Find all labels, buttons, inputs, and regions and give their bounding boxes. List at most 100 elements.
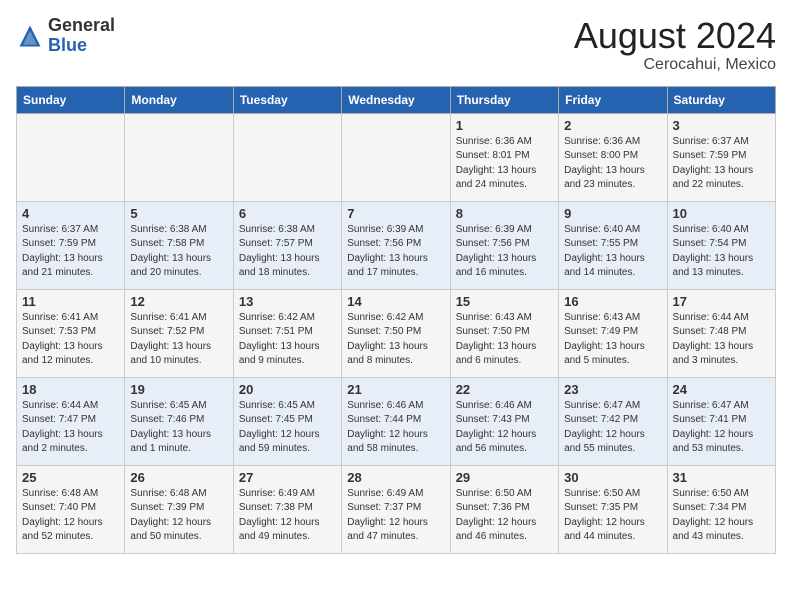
week-row-5: 25 Sunrise: 6:48 AM Sunset: 7:40 PM Dayli…	[17, 465, 776, 553]
day-number: 24	[673, 382, 770, 397]
day-number: 4	[22, 206, 119, 221]
calendar-cell: 12 Sunrise: 6:41 AM Sunset: 7:52 PM Dayli…	[125, 289, 233, 377]
header-friday: Friday	[559, 86, 667, 113]
day-number: 23	[564, 382, 661, 397]
calendar-cell: 23 Sunrise: 6:47 AM Sunset: 7:42 PM Dayli…	[559, 377, 667, 465]
day-info: Sunrise: 6:37 AM Sunset: 7:59 PM Dayligh…	[22, 223, 119, 281]
calendar-cell: 31 Sunrise: 6:50 AM Sunset: 7:34 PM Dayli…	[667, 465, 775, 553]
day-info: Sunrise: 6:41 AM Sunset: 7:52 PM Dayligh…	[130, 311, 227, 369]
calendar-cell: 9Sunrise: 6:40 AM Sunset: 7:55 PM Daylig…	[559, 201, 667, 289]
calendar-cell: 6Sunrise: 6:38 AM Sunset: 7:57 PM Daylig…	[233, 201, 341, 289]
day-info: Sunrise: 6:40 AM Sunset: 7:54 PM Dayligh…	[673, 223, 770, 281]
calendar-header-row: SundayMondayTuesdayWednesdayThursdayFrid…	[17, 86, 776, 113]
day-number: 22	[456, 382, 553, 397]
header-wednesday: Wednesday	[342, 86, 450, 113]
calendar-cell: 22Sunrise: 6:46 AM Sunset: 7:43 PM Dayli…	[450, 377, 558, 465]
week-row-4: 18 Sunrise: 6:44 AM Sunset: 7:47 PM Dayli…	[17, 377, 776, 465]
calendar-cell: 20 Sunrise: 6:45 AM Sunset: 7:45 PM Dayli…	[233, 377, 341, 465]
month-year: August 2024	[574, 16, 776, 56]
logo-general: General	[48, 15, 115, 35]
header-monday: Monday	[125, 86, 233, 113]
page-header: General Blue August 2024 Cerocahui, Mexi…	[16, 16, 776, 74]
day-number: 3	[673, 118, 770, 133]
day-number: 16	[564, 294, 661, 309]
calendar-cell: 18 Sunrise: 6:44 AM Sunset: 7:47 PM Dayli…	[17, 377, 125, 465]
day-number: 1	[456, 118, 553, 133]
calendar-cell: 28 Sunrise: 6:49 AM Sunset: 7:37 PM Dayli…	[342, 465, 450, 553]
day-info: Sunrise: 6:36 AM Sunset: 8:00 PM Dayligh…	[564, 135, 661, 193]
calendar-cell: 17 Sunrise: 6:44 AM Sunset: 7:48 PM Dayli…	[667, 289, 775, 377]
day-info: Sunrise: 6:45 AM Sunset: 7:46 PM Dayligh…	[130, 399, 227, 457]
day-number: 27	[239, 470, 336, 485]
calendar-cell: 13 Sunrise: 6:42 AM Sunset: 7:51 PM Dayli…	[233, 289, 341, 377]
calendar-cell: 25 Sunrise: 6:48 AM Sunset: 7:40 PM Dayli…	[17, 465, 125, 553]
calendar-cell: 14Sunrise: 6:42 AM Sunset: 7:50 PM Dayli…	[342, 289, 450, 377]
day-number: 18	[22, 382, 119, 397]
day-info: Sunrise: 6:40 AM Sunset: 7:55 PM Dayligh…	[564, 223, 661, 281]
header-sunday: Sunday	[17, 86, 125, 113]
day-info: Sunrise: 6:38 AM Sunset: 7:58 PM Dayligh…	[130, 223, 227, 281]
calendar-cell: 19 Sunrise: 6:45 AM Sunset: 7:46 PM Dayli…	[125, 377, 233, 465]
calendar-cell: 27 Sunrise: 6:49 AM Sunset: 7:38 PM Dayli…	[233, 465, 341, 553]
day-info: Sunrise: 6:44 AM Sunset: 7:47 PM Dayligh…	[22, 399, 119, 457]
calendar-cell: 3Sunrise: 6:37 AM Sunset: 7:59 PM Daylig…	[667, 113, 775, 201]
header-tuesday: Tuesday	[233, 86, 341, 113]
day-info: Sunrise: 6:49 AM Sunset: 7:37 PM Dayligh…	[347, 487, 444, 545]
day-number: 11	[22, 294, 119, 309]
calendar-cell	[125, 113, 233, 201]
calendar-cell	[233, 113, 341, 201]
header-thursday: Thursday	[450, 86, 558, 113]
day-number: 30	[564, 470, 661, 485]
day-info: Sunrise: 6:39 AM Sunset: 7:56 PM Dayligh…	[456, 223, 553, 281]
calendar-cell: 21Sunrise: 6:46 AM Sunset: 7:44 PM Dayli…	[342, 377, 450, 465]
calendar-cell: 16Sunrise: 6:43 AM Sunset: 7:49 PM Dayli…	[559, 289, 667, 377]
calendar-body: 1Sunrise: 6:36 AM Sunset: 8:01 PM Daylig…	[17, 113, 776, 553]
calendar-cell	[342, 113, 450, 201]
day-number: 26	[130, 470, 227, 485]
day-info: Sunrise: 6:42 AM Sunset: 7:51 PM Dayligh…	[239, 311, 336, 369]
day-info: Sunrise: 6:50 AM Sunset: 7:36 PM Dayligh…	[456, 487, 553, 545]
week-row-1: 1Sunrise: 6:36 AM Sunset: 8:01 PM Daylig…	[17, 113, 776, 201]
calendar-cell: 30 Sunrise: 6:50 AM Sunset: 7:35 PM Dayli…	[559, 465, 667, 553]
calendar-cell: 24 Sunrise: 6:47 AM Sunset: 7:41 PM Dayli…	[667, 377, 775, 465]
logo-text: General Blue	[48, 16, 115, 56]
day-info: Sunrise: 6:39 AM Sunset: 7:56 PM Dayligh…	[347, 223, 444, 281]
day-number: 17	[673, 294, 770, 309]
day-number: 25	[22, 470, 119, 485]
week-row-2: 4 Sunrise: 6:37 AM Sunset: 7:59 PM Daylig…	[17, 201, 776, 289]
location: Cerocahui, Mexico	[574, 56, 776, 74]
day-info: Sunrise: 6:47 AM Sunset: 7:41 PM Dayligh…	[673, 399, 770, 457]
calendar-cell: 10 Sunrise: 6:40 AM Sunset: 7:54 PM Dayli…	[667, 201, 775, 289]
calendar-cell	[17, 113, 125, 201]
day-info: Sunrise: 6:50 AM Sunset: 7:34 PM Dayligh…	[673, 487, 770, 545]
day-number: 19	[130, 382, 227, 397]
calendar-cell: 26Sunrise: 6:48 AM Sunset: 7:39 PM Dayli…	[125, 465, 233, 553]
logo-icon	[16, 22, 44, 50]
day-info: Sunrise: 6:38 AM Sunset: 7:57 PM Dayligh…	[239, 223, 336, 281]
day-number: 31	[673, 470, 770, 485]
day-info: Sunrise: 6:44 AM Sunset: 7:48 PM Dayligh…	[673, 311, 770, 369]
calendar-cell: 8 Sunrise: 6:39 AM Sunset: 7:56 PM Daylig…	[450, 201, 558, 289]
day-number: 10	[673, 206, 770, 221]
day-number: 28	[347, 470, 444, 485]
header-saturday: Saturday	[667, 86, 775, 113]
day-number: 2	[564, 118, 661, 133]
day-info: Sunrise: 6:41 AM Sunset: 7:53 PM Dayligh…	[22, 311, 119, 369]
day-info: Sunrise: 6:48 AM Sunset: 7:40 PM Dayligh…	[22, 487, 119, 545]
day-number: 12	[130, 294, 227, 309]
day-info: Sunrise: 6:50 AM Sunset: 7:35 PM Dayligh…	[564, 487, 661, 545]
day-number: 20	[239, 382, 336, 397]
day-number: 7	[347, 206, 444, 221]
day-number: 8	[456, 206, 553, 221]
day-info: Sunrise: 6:45 AM Sunset: 7:45 PM Dayligh…	[239, 399, 336, 457]
day-info: Sunrise: 6:49 AM Sunset: 7:38 PM Dayligh…	[239, 487, 336, 545]
day-info: Sunrise: 6:42 AM Sunset: 7:50 PM Dayligh…	[347, 311, 444, 369]
calendar-table: SundayMondayTuesdayWednesdayThursdayFrid…	[16, 86, 776, 554]
calendar-cell: 29Sunrise: 6:50 AM Sunset: 7:36 PM Dayli…	[450, 465, 558, 553]
title-block: August 2024 Cerocahui, Mexico	[574, 16, 776, 74]
day-number: 13	[239, 294, 336, 309]
week-row-3: 11 Sunrise: 6:41 AM Sunset: 7:53 PM Dayli…	[17, 289, 776, 377]
day-number: 15	[456, 294, 553, 309]
day-info: Sunrise: 6:47 AM Sunset: 7:42 PM Dayligh…	[564, 399, 661, 457]
day-info: Sunrise: 6:46 AM Sunset: 7:44 PM Dayligh…	[347, 399, 444, 457]
